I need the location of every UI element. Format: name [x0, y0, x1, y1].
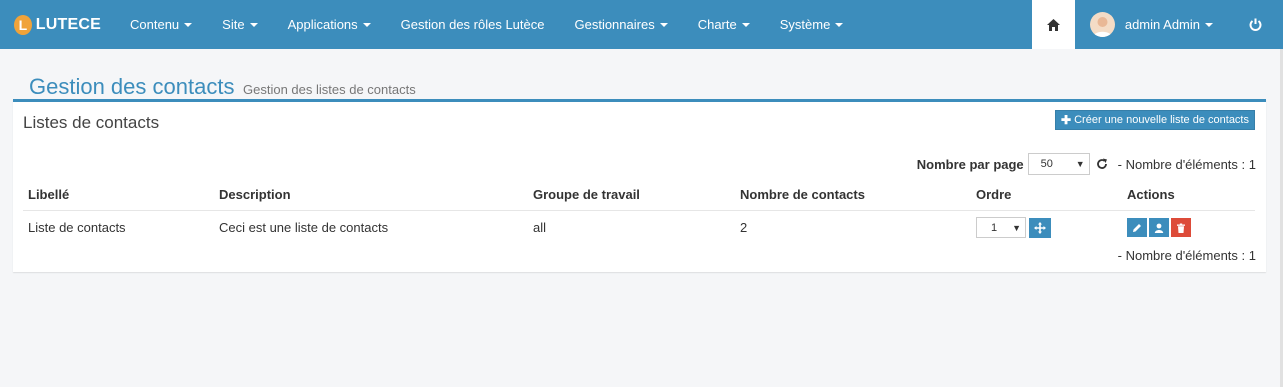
lutece-logo-icon: L — [14, 14, 32, 35]
brand-name: LUTECE — [35, 15, 101, 33]
contact-lists-box: Listes de contacts ✚ Créer une nouvelle … — [13, 99, 1266, 272]
brand-link[interactable]: L LUTECE — [0, 0, 115, 49]
home-icon — [1046, 18, 1060, 31]
nav-systeme-label: Système — [779, 17, 831, 32]
trash-icon — [1177, 223, 1185, 233]
items-per-page-label: Nombre par page — [916, 156, 1024, 172]
element-count-bottom: - Nombre d'éléments : 1 — [1117, 248, 1256, 263]
column-header-nombre[interactable]: Nombre de contacts — [740, 187, 865, 202]
nav-gestionnaires[interactable]: Gestionnaires — [559, 0, 682, 49]
nav-site-label: Site — [222, 17, 245, 32]
cell-groupe: all — [533, 220, 547, 235]
top-navbar: L LUTECE Contenu Site Applications Gesti… — [0, 0, 1283, 49]
column-header-actions: Actions — [1127, 187, 1175, 202]
move-button[interactable] — [1029, 217, 1051, 238]
edit-button[interactable] — [1127, 218, 1147, 237]
page-subtitle: Gestion des listes de contacts — [243, 82, 416, 97]
nav-contenu[interactable]: Contenu — [115, 0, 207, 49]
refresh-icon — [1096, 158, 1107, 169]
column-header-description[interactable]: Description — [219, 187, 291, 202]
create-list-button[interactable]: ✚ Créer une nouvelle liste de contacts — [1055, 110, 1255, 130]
home-button[interactable] — [1031, 0, 1075, 49]
caret-down-icon — [741, 22, 750, 27]
select-arrow-icon: ▼ — [1075, 159, 1085, 169]
caret-down-icon — [659, 22, 668, 27]
avatar — [1089, 12, 1115, 37]
caret-down-icon — [835, 22, 844, 27]
column-header-ordre[interactable]: Ordre — [976, 187, 1011, 202]
caret-down-icon — [362, 22, 371, 27]
user-name: admin Admin — [1124, 17, 1200, 32]
nav-applications[interactable]: Applications — [273, 0, 386, 49]
nav-gestionnaires-label: Gestionnaires — [574, 17, 655, 32]
table-header-divider — [23, 210, 1255, 211]
move-arrows-icon — [1034, 221, 1046, 234]
column-header-libelle[interactable]: Libellé — [28, 187, 69, 202]
cell-description: Ceci est une liste de contacts — [219, 220, 389, 235]
plus-icon: ✚ — [1061, 113, 1072, 127]
order-select[interactable]: 1 ▼ — [976, 217, 1026, 238]
items-per-page-value: 50 — [1040, 158, 1053, 170]
order-controls: 1 ▼ — [976, 217, 1051, 238]
nav-site[interactable]: Site — [207, 0, 272, 49]
create-list-label: Créer une nouvelle liste de contacts — [1074, 114, 1249, 126]
user-menu[interactable]: admin Admin — [1075, 0, 1228, 49]
cell-libelle: Liste de contacts — [28, 220, 126, 235]
user-avatar-icon — [1092, 17, 1112, 37]
nav-systeme[interactable]: Système — [765, 0, 859, 49]
select-arrow-icon: ▼ — [1012, 222, 1021, 233]
manage-contacts-button[interactable] — [1149, 218, 1169, 237]
logout-button[interactable] — [1228, 0, 1283, 49]
row-actions — [1127, 218, 1193, 237]
nav-charte[interactable]: Charte — [683, 0, 765, 49]
nav-applications-label: Applications — [287, 17, 358, 32]
caret-down-icon — [1205, 22, 1213, 27]
navbar-right: admin Admin — [1031, 0, 1283, 49]
column-header-groupe[interactable]: Groupe de travail — [533, 187, 640, 202]
nav-charte-label: Charte — [697, 17, 737, 32]
nav-contenu-label: Contenu — [130, 17, 180, 32]
nav-gestion-roles[interactable]: Gestion des rôles Lutèce — [386, 0, 560, 49]
order-value: 1 — [991, 221, 998, 234]
box-title: Listes de contacts — [23, 113, 160, 132]
user-icon — [1154, 223, 1164, 233]
cell-nombre: 2 — [740, 220, 748, 235]
delete-button[interactable] — [1171, 218, 1191, 237]
element-count-top: - Nombre d'éléments : 1 — [1117, 156, 1256, 172]
pencil-icon — [1133, 223, 1141, 232]
pager: Nombre par page 50 ▼ - Nombre d'éléments… — [917, 153, 1256, 175]
items-per-page-select[interactable]: 50 ▼ — [1027, 153, 1090, 175]
caret-down-icon — [249, 22, 258, 27]
refresh-button[interactable] — [1092, 153, 1112, 175]
page-title: Gestion des contacts — [29, 74, 235, 99]
power-icon — [1249, 18, 1262, 31]
nav-gestion-roles-label: Gestion des rôles Lutèce — [400, 17, 545, 32]
caret-down-icon — [184, 22, 193, 27]
